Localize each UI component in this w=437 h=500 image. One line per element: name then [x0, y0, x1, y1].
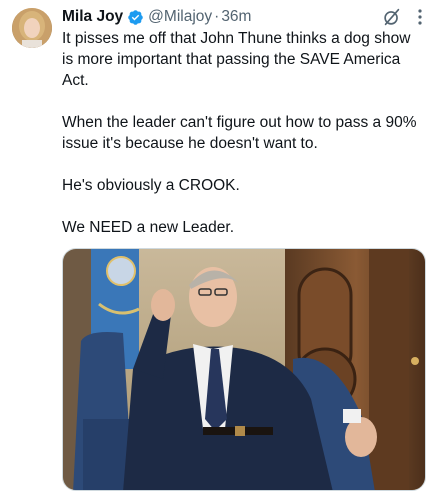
author-handle[interactable]: @Milajoy — [148, 8, 212, 26]
verified-badge-icon — [127, 9, 144, 26]
grok-icon[interactable] — [381, 6, 403, 28]
more-icon[interactable] — [411, 6, 429, 28]
tweet-paragraph: It pisses me off that John Thune thinks … — [62, 30, 411, 89]
avatar[interactable] — [12, 8, 52, 48]
tweet-photo[interactable] — [62, 248, 426, 491]
timestamp[interactable]: 36m — [221, 8, 251, 26]
tweet-paragraph: When the leader can't figure out how to … — [62, 114, 417, 152]
tweet-header: Mila Joy @Milajoy · 36m — [62, 6, 425, 28]
author-name[interactable]: Mila Joy — [62, 8, 123, 26]
tweet-text: It pisses me off that John Thune thinks … — [62, 28, 424, 238]
separator-dot: · — [214, 8, 220, 25]
tweet-paragraph: We NEED a new Leader. — [62, 219, 235, 236]
tweet-paragraph: He's obviously a CROOK. — [62, 177, 240, 194]
